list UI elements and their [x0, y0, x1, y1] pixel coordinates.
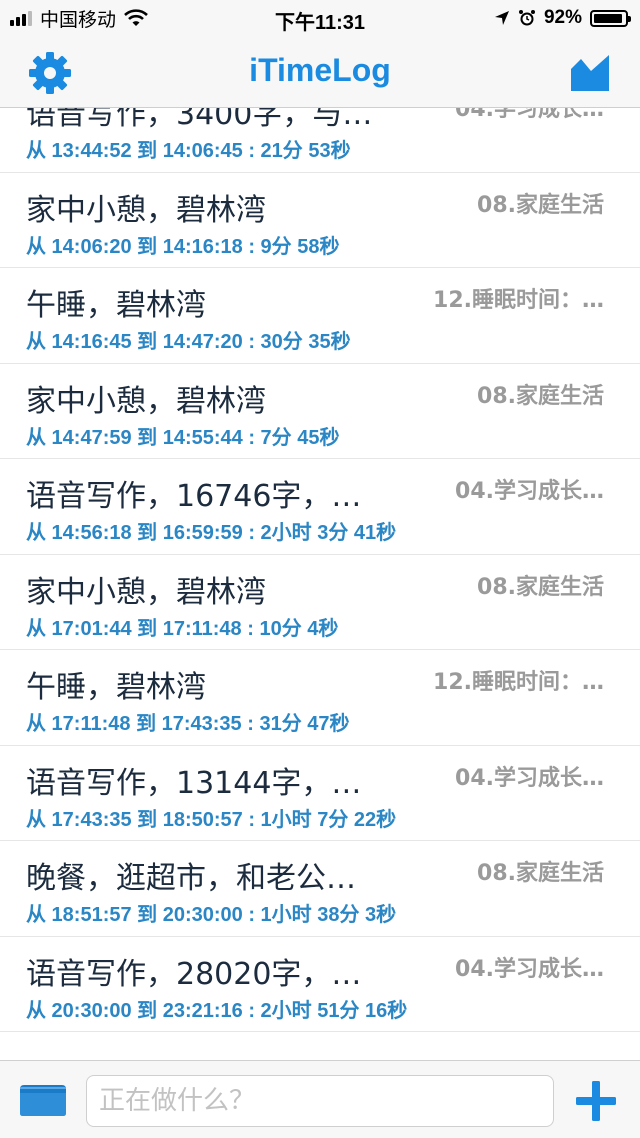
app-title: iTimeLog: [249, 52, 391, 88]
entry-category: 12.睡眠时间：…: [433, 670, 604, 695]
log-entry[interactable]: 家中小憩，碧林湾 08.家庭生活 从 14:06:20 到 14:16:18 :…: [0, 173, 640, 268]
status-right: 92%: [494, 6, 631, 30]
nav-bar: iTimeLog: [0, 36, 640, 108]
log-entry[interactable]: 晚餐，逛超市，和老公… 08.家庭生活 从 18:51:57 到 20:30:0…: [0, 841, 640, 937]
status-bar: 中国移动 下午11:31 92%: [0, 0, 640, 36]
log-entry[interactable]: 午睡，碧林湾 12.睡眠时间：… 从 14:16:45 到 14:47:20 :…: [0, 268, 640, 364]
battery-icon: [590, 9, 631, 27]
log-entry[interactable]: 语音写作，28020字，… 04.学习成长… 从 20:30:00 到 23:2…: [0, 937, 640, 1032]
log-entry[interactable]: 语音写作，13144字，… 04.学习成长… 从 17:43:35 到 18:5…: [0, 746, 640, 841]
battery-fill: [594, 13, 622, 23]
entry-time-range: 从 14:47:59 到 14:55:44 : 7分 45秒: [26, 426, 340, 449]
chart-icon[interactable]: [570, 52, 610, 92]
entry-time-range: 从 17:43:35 到 18:50:57 : 1小时 7分 22秒: [26, 808, 397, 831]
entry-category: 08.家庭生活: [477, 861, 604, 886]
entry-title: 语音写作，13144字，…: [26, 765, 362, 801]
entry-category: 08.家庭生活: [477, 383, 604, 409]
log-entry[interactable]: 家中小憩，碧林湾 08.家庭生活 从 17:01:44 到 17:11:48 :…: [0, 555, 640, 650]
alarm-icon: [518, 10, 535, 26]
entry-time-range: 从 14:16:45 到 14:47:20 : 30分 35秒: [26, 331, 351, 353]
entry-category: 04.学习成长…: [455, 479, 604, 504]
activity-input[interactable]: [86, 1075, 554, 1127]
log-list[interactable]: 语音写作，3400字，与… 04.学习成长… 从 13:44:52 到 14:0…: [0, 108, 640, 1060]
entry-title: 家中小憩，碧林湾: [26, 192, 266, 228]
entry-time-range: 从 18:51:57 到 20:30:00 : 1小时 38分 3秒: [26, 904, 397, 926]
entry-time-range: 从 17:11:48 到 17:43:35 : 31分 47秒: [26, 713, 350, 735]
location-icon: [494, 11, 509, 25]
bottom-bar: [0, 1060, 640, 1138]
entry-time-range: 从 13:44:52 到 14:06:45 : 21分 53秒: [26, 140, 351, 162]
entry-time-range: 从 14:06:20 到 14:16:18 : 9分 58秒: [26, 235, 340, 258]
entry-title: 语音写作，16746字，…: [26, 479, 362, 514]
entry-title: 语音写作，28020字，…: [26, 956, 362, 992]
plus-icon[interactable]: [574, 1079, 618, 1123]
log-list-content: 语音写作，3400字，与… 04.学习成长… 从 13:44:52 到 14:0…: [0, 108, 640, 1032]
entry-time-range: 从 20:30:00 到 23:21:16 : 2小时 51分 16秒: [26, 999, 408, 1022]
battery-percent: 92%: [543, 7, 582, 28]
entry-title: 午睡，碧林湾: [26, 288, 206, 323]
entry-category: 12.睡眠时间：…: [433, 288, 604, 313]
log-entry[interactable]: 家中小憩，碧林湾 08.家庭生活 从 14:47:59 到 14:55:44 :…: [0, 364, 640, 459]
entry-category: 08.家庭生活: [477, 192, 604, 218]
entry-title: 晚餐，逛超市，和老公…: [26, 861, 356, 896]
entry-category: 04.学习成长…: [455, 956, 604, 982]
entry-title: 家中小憩，碧林湾: [26, 383, 266, 419]
entry-category: 04.学习成长…: [455, 765, 604, 791]
folder-icon[interactable]: [18, 1081, 68, 1117]
entry-category: 08.家庭生活: [477, 574, 604, 600]
entry-category: 04.学习成长…: [455, 108, 604, 122]
log-entry[interactable]: 午睡，碧林湾 12.睡眠时间：… 从 17:11:48 到 17:43:35 :…: [0, 650, 640, 746]
entry-title: 语音写作，3400字，与…: [26, 108, 373, 132]
entry-title: 家中小憩，碧林湾: [26, 574, 266, 610]
entry-time-range: 从 17:01:44 到 17:11:48 : 10分 4秒: [26, 617, 339, 640]
entry-title: 午睡，碧林湾: [26, 670, 206, 705]
entry-time-range: 从 14:56:18 到 16:59:59 : 2小时 3分 41秒: [26, 522, 397, 544]
log-entry[interactable]: 语音写作，16746字，… 04.学习成长… 从 14:56:18 到 16:5…: [0, 459, 640, 555]
log-entry[interactable]: 语音写作，3400字，与… 04.学习成长… 从 13:44:52 到 14:0…: [0, 108, 640, 173]
